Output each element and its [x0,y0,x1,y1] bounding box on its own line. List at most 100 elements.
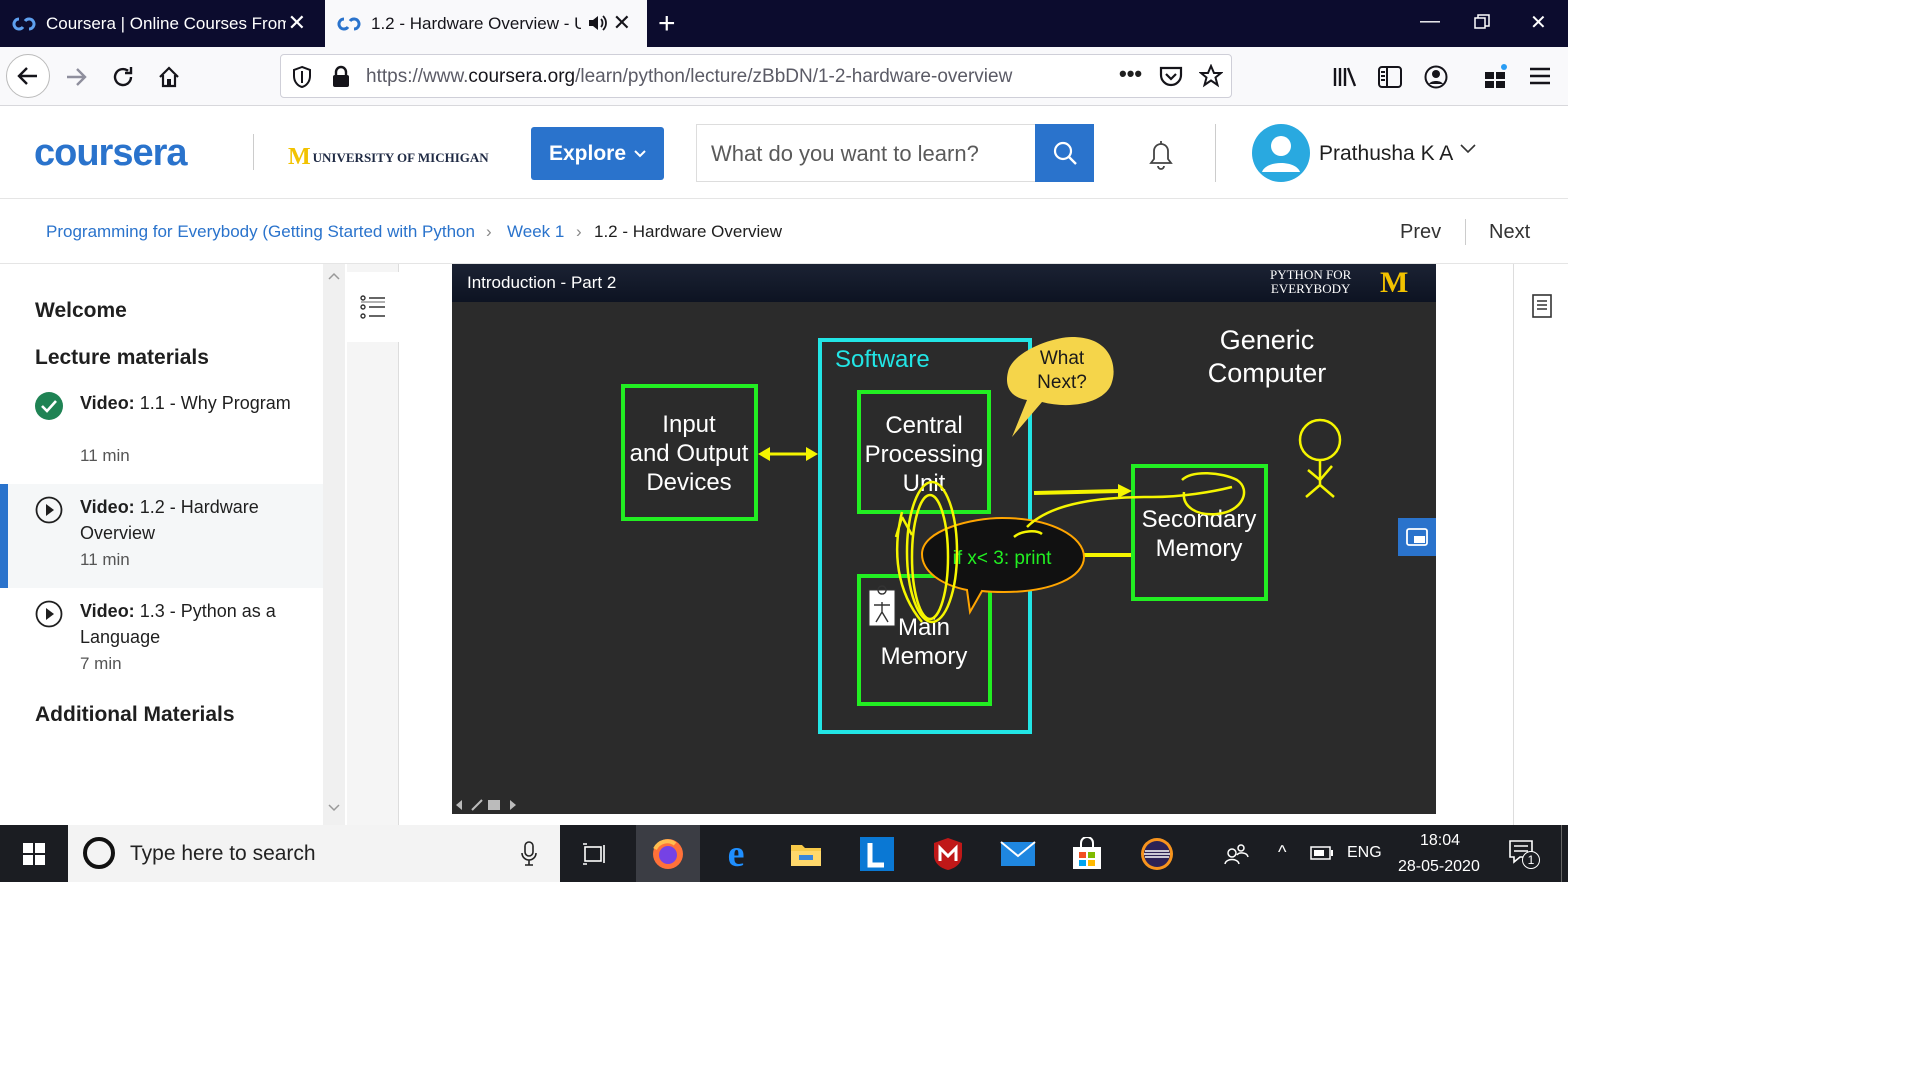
restore-icon[interactable] [1474,13,1490,36]
sidebar-item-duration: 11 min [80,550,130,569]
partner-logo[interactable]: M UNIVERSITY OF MICHIGAN [288,144,489,171]
explore-button[interactable]: Explore [531,127,664,180]
extensions-icon[interactable] [1483,63,1509,89]
user-name[interactable]: Prathusha K A [1319,142,1453,166]
sidebar-section-welcome[interactable]: Welcome [35,299,127,323]
chevron-down-icon[interactable] [328,804,340,812]
windows-start-button[interactable] [14,834,54,874]
home-button[interactable] [149,57,189,97]
sidebar-item-video-1-1[interactable]: Video: 1.1 - Why Program 11 min [0,380,323,484]
sidebar-item-label: Video: 1.1 - Why Program [80,393,291,413]
video-player[interactable]: Introduction - Part 2 PYTHON FOR EVERYBO… [452,264,1436,814]
eclipse-icon[interactable] [1137,834,1177,874]
sidebar-scrollbar[interactable] [323,264,345,825]
microphone-icon[interactable] [520,841,538,867]
url-text[interactable]: https://www.coursera.org/learn/python/le… [366,66,1012,88]
speaker-icon[interactable] [587,14,607,32]
taskbar-search-input[interactable]: Type here to search [68,825,560,882]
account-icon[interactable] [1424,65,1448,89]
search-input[interactable]: What do you want to learn? [696,124,1036,182]
course-sidebar: Welcome Lecture materials Video: 1.1 - W… [0,264,345,825]
list-icon [360,295,385,319]
svg-text:Devices: Devices [646,469,731,496]
tab-title: Coursera | Online Courses From [46,13,286,33]
more-actions-icon[interactable]: ••• [1119,61,1142,87]
avatar[interactable] [1252,124,1310,182]
chevron-up-icon[interactable]: ^ [1278,842,1286,863]
slide-brand: PYTHON FOR EVERYBODY [1270,267,1352,296]
browser-tab-bar: Coursera | Online Courses From ✕ 1.2 - H… [0,0,1568,47]
people-icon[interactable] [1216,834,1256,874]
firefox-icon[interactable] [648,834,688,874]
prev-button[interactable]: Prev [1400,221,1441,244]
battery-icon[interactable] [1310,846,1334,860]
picture-in-picture-button[interactable] [1398,518,1436,556]
shield-icon[interactable] [291,65,313,89]
sidebar-item-duration: 7 min [80,654,122,673]
svg-text:Input: Input [662,411,716,438]
computer-label: Computer [1208,358,1327,388]
sidebar-item-video-1-2[interactable]: Video: 1.2 - Hardware Overview 11 min [0,484,323,588]
microsoft-store-icon[interactable] [1067,834,1107,874]
back-button[interactable] [6,54,50,98]
sidebar-item-video-1-3[interactable]: Video: 1.3 - Python as a Language 7 min [0,588,323,692]
cortana-icon [83,837,115,869]
mcafee-icon[interactable] [928,834,968,874]
menu-hamburger-icon[interactable] [1530,67,1550,85]
search-button[interactable] [1035,124,1094,182]
library-icon[interactable] [1332,66,1358,88]
site-header: coursera M UNIVERSITY OF MICHIGAN Explor… [0,106,1568,199]
notes-icon[interactable] [1532,294,1552,318]
browser-tab-lecture[interactable]: 1.2 - Hardware Overview - U ✕ [325,0,647,47]
svg-text:Memory: Memory [881,643,968,670]
chevron-up-icon[interactable] [328,272,340,280]
reload-button[interactable] [103,57,143,97]
sidebar-section-additional-materials[interactable]: Additional Materials [35,703,235,727]
mail-icon[interactable] [998,834,1038,874]
browser-tab-coursera[interactable]: Coursera | Online Courses From ✕ [0,0,322,47]
svg-text:Processing: Processing [865,441,984,468]
notification-center-icon[interactable]: 1 [1508,839,1540,874]
language-indicator[interactable]: ENG [1347,844,1382,862]
url-bar[interactable]: https://www.coursera.org/learn/python/le… [280,54,1232,98]
toc-toggle-button[interactable] [347,272,399,342]
next-button[interactable]: Next [1489,221,1530,244]
forward-button[interactable] [56,57,96,97]
coursera-logo[interactable]: coursera [34,132,188,175]
clock-date[interactable]: 28-05-2020 [1398,858,1480,876]
file-explorer-icon[interactable] [786,834,826,874]
tab-title: 1.2 - Hardware Overview - U [371,13,581,33]
sidebar-section-lecture-materials[interactable]: Lecture materials [35,346,209,370]
chevron-right-icon: › [576,222,582,241]
chevron-down-icon [634,149,646,157]
breadcrumb: Programming for Everybody (Getting Start… [0,199,1568,264]
windows-taskbar: Type here to search e ^ ENG 18:04 28-05-… [0,825,1568,882]
edge-icon[interactable]: e [716,834,756,874]
check-circle-icon [35,392,63,420]
breadcrumb-course-link[interactable]: Programming for Everybody (Getting Start… [46,222,475,242]
new-tab-button[interactable]: + [658,9,676,39]
close-icon[interactable]: ✕ [288,12,306,34]
sidebar-toggle-icon[interactable] [1378,66,1402,88]
chevron-down-icon[interactable] [1460,144,1476,154]
search-icon [1053,141,1077,165]
close-icon[interactable]: ✕ [613,12,631,34]
slide-nav-icon[interactable] [454,798,518,812]
notes-column [1513,264,1568,825]
breadcrumb-week-link[interactable]: Week 1 [507,222,564,242]
task-view-icon[interactable] [575,834,615,874]
svg-text:Central: Central [885,412,962,439]
notification-bell-icon[interactable] [1143,136,1179,172]
lync-icon[interactable] [857,834,897,874]
minimize-icon[interactable]: — [1420,10,1440,33]
clock-time[interactable]: 18:04 [1420,832,1460,850]
show-desktop-button[interactable] [1561,825,1568,882]
lock-icon[interactable] [331,65,351,89]
svg-text:if x< 3: print: if x< 3: print [953,548,1052,569]
window-close-icon[interactable]: ✕ [1530,10,1547,35]
pocket-icon[interactable] [1159,65,1183,87]
toc-column [347,264,399,825]
svg-text:Next?: Next? [1037,372,1087,393]
slide-diagram: Generic Computer Software What Next? Inp… [621,325,1342,734]
bookmark-star-icon[interactable] [1199,64,1223,88]
